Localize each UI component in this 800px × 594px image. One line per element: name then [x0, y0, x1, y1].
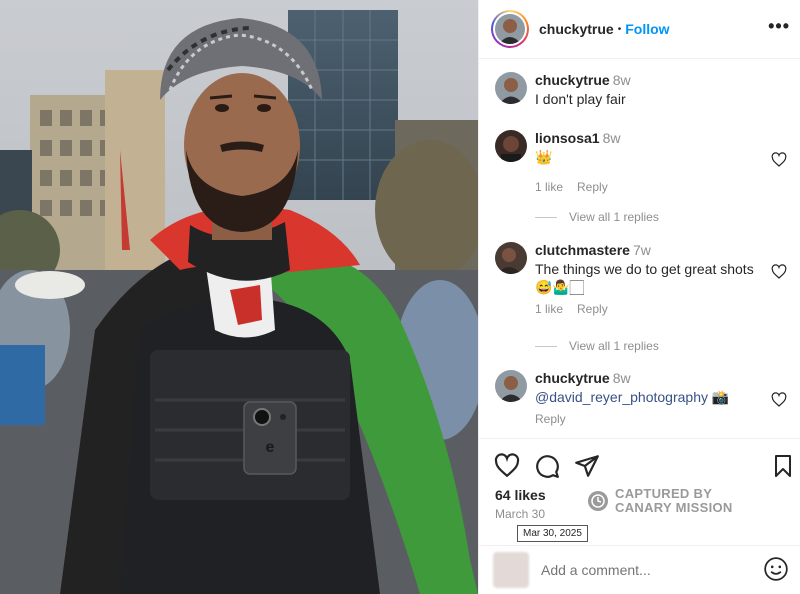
replies-divider: [535, 345, 557, 347]
comment-item: clutchmastere 7w The things we do to get …: [495, 242, 800, 332]
post-date[interactable]: March 30: [495, 507, 545, 521]
comment-likes[interactable]: 1 like: [535, 180, 563, 194]
avatar[interactable]: [495, 130, 527, 162]
view-replies-button[interactable]: View all 1 replies: [535, 210, 659, 224]
comment-suffix: 📸: [708, 389, 730, 405]
reply-button[interactable]: Reply: [577, 180, 608, 194]
comment-username[interactable]: chuckytrue: [535, 72, 610, 88]
separator-dot: •: [617, 23, 622, 35]
heart-icon[interactable]: [771, 392, 787, 408]
comment-text: I don't play fair: [535, 91, 626, 107]
watermark-line1: CAPTURED BY: [615, 486, 713, 501]
canary-watermark: CAPTURED BY CANARY MISSION: [587, 487, 733, 515]
comment-time[interactable]: 8w: [613, 370, 631, 386]
clock-icon: [588, 491, 608, 511]
reply-button[interactable]: Reply: [577, 302, 608, 316]
post-username[interactable]: chuckytrue: [539, 21, 614, 37]
svg-text:e: e: [266, 439, 275, 456]
avatar: [495, 14, 525, 44]
likes-count[interactable]: 64 likes: [495, 487, 546, 503]
follow-button[interactable]: Follow: [625, 21, 669, 37]
paper-plane-icon[interactable]: [574, 453, 600, 479]
view-replies-button[interactable]: View all 1 replies: [535, 339, 659, 353]
caption-comment: chuckytrue 8w I don't play fair: [495, 72, 800, 112]
replies-divider: [535, 216, 557, 218]
post-panel: chuckytrue • Follow ••• chuckytrue 8w I d…: [478, 0, 800, 594]
mention-link[interactable]: @david_reyer_photography: [535, 389, 708, 405]
comment-time[interactable]: 7w: [633, 242, 651, 258]
bookmark-icon[interactable]: [771, 453, 795, 479]
heart-icon[interactable]: [494, 453, 520, 479]
post-header: chuckytrue • Follow •••: [479, 0, 800, 59]
story-ring[interactable]: [491, 10, 529, 48]
add-comment-input[interactable]: [541, 562, 751, 578]
comment-username[interactable]: lionsosa1: [535, 130, 600, 146]
comments-list[interactable]: chuckytrue 8w I don't play fair lionsosa1…: [479, 60, 800, 438]
comment-item: lionsosa1 8w 👑 1 like Reply: [495, 130, 800, 220]
comment-item: chuckytrue 8w @david_reyer_photography 📸 …: [495, 370, 800, 438]
view-replies-label: View all 1 replies: [569, 339, 659, 353]
comment-username[interactable]: clutchmastere: [535, 242, 630, 258]
avatar: [493, 552, 529, 588]
date-tooltip: Mar 30, 2025: [517, 525, 588, 542]
avatar[interactable]: [495, 242, 527, 274]
reply-button[interactable]: Reply: [535, 412, 566, 426]
comment-time[interactable]: 8w: [613, 72, 631, 88]
comment-text: The things we do to get great shots 😅🤷‍♂…: [535, 261, 754, 295]
watermark-line2: CANARY MISSION: [615, 500, 733, 515]
avatar[interactable]: [495, 72, 527, 104]
comment-text: 👑: [535, 149, 553, 165]
heart-icon[interactable]: [771, 152, 787, 168]
add-comment-bar: [479, 545, 800, 594]
post-image: e: [0, 0, 478, 594]
view-replies-label: View all 1 replies: [569, 210, 659, 224]
post-photo: e: [0, 0, 478, 594]
more-options-icon[interactable]: •••: [768, 17, 790, 35]
comment-likes[interactable]: 1 like: [535, 302, 563, 316]
comment-username[interactable]: chuckytrue: [535, 370, 610, 386]
comment-bubble-icon[interactable]: [534, 453, 560, 479]
heart-icon[interactable]: [771, 264, 787, 280]
smiley-icon[interactable]: [763, 556, 789, 582]
comment-time[interactable]: 8w: [603, 130, 621, 146]
avatar[interactable]: [495, 370, 527, 402]
